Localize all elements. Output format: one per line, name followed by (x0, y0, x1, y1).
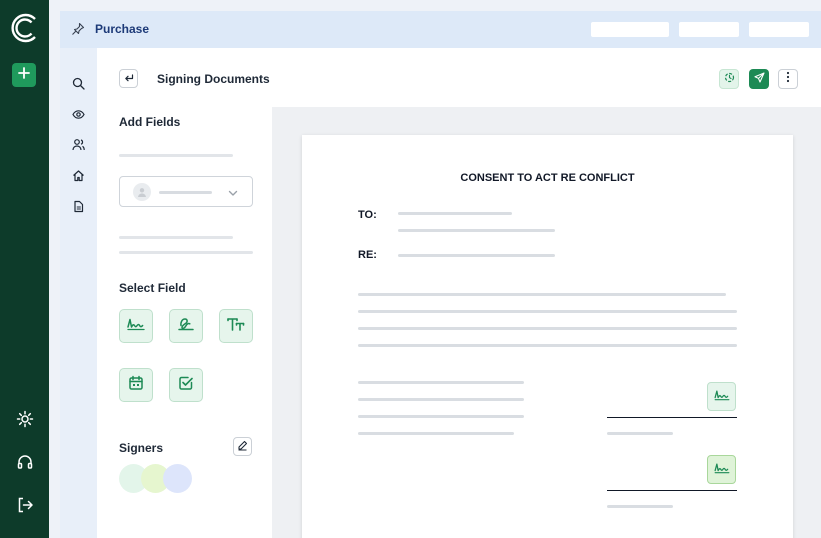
placeholder-line (358, 344, 737, 347)
initials-icon (176, 316, 196, 337)
back-arrow-icon (124, 70, 134, 88)
page-title: Purchase (95, 22, 150, 36)
checkbox-icon (178, 375, 194, 396)
text-icon (226, 316, 246, 337)
document-heading: CONSENT TO ACT RE CONFLICT (460, 172, 635, 184)
signature-line (607, 490, 737, 491)
signature-icon (713, 461, 731, 479)
re-label: RE: (358, 249, 377, 261)
placeholder-line (358, 293, 726, 296)
document-header: Signing Documents (97, 48, 821, 107)
placeholder-line (358, 415, 524, 418)
select-field-title: Select Field (119, 281, 186, 295)
placeholder-line (607, 505, 673, 508)
back-button[interactable] (119, 69, 138, 88)
settings-icon[interactable] (14, 408, 36, 430)
history-button[interactable] (719, 69, 739, 89)
app-rail (0, 0, 49, 538)
top-bar: Purchase (60, 11, 821, 48)
signature-field[interactable] (707, 382, 736, 411)
main-area: Signing Documents Add Fields Select Fiel… (97, 48, 821, 538)
secondary-nav (60, 48, 97, 538)
signature-field-button[interactable] (119, 309, 153, 343)
plus-icon (18, 66, 30, 84)
placeholder-line (119, 154, 233, 157)
date-field-button[interactable] (119, 368, 153, 402)
placeholder-line (607, 432, 673, 435)
placeholder-line (358, 381, 524, 384)
placeholder-line (358, 432, 514, 435)
signature-icon (713, 388, 731, 406)
signature-field-selected[interactable] (707, 455, 736, 484)
date-icon (128, 375, 144, 396)
fields-panel: Add Fields Select Field Signers (97, 107, 272, 538)
topbar-placeholder (591, 22, 669, 37)
topbar-placeholder (749, 22, 809, 37)
document-icon[interactable] (71, 199, 85, 213)
eye-icon[interactable] (71, 107, 85, 121)
users-icon[interactable] (71, 137, 85, 151)
to-label: TO: (358, 209, 377, 221)
avatar-icon (133, 183, 151, 201)
signer-dropdown[interactable] (119, 176, 253, 207)
placeholder-line (398, 229, 555, 232)
signature-line (607, 417, 737, 418)
logout-icon[interactable] (14, 494, 36, 516)
document-canvas: CONSENT TO ACT RE CONFLICT TO: RE: (272, 107, 821, 538)
document-page[interactable]: CONSENT TO ACT RE CONFLICT TO: RE: (302, 135, 793, 538)
home-icon[interactable] (71, 168, 85, 182)
add-fields-title: Add Fields (119, 115, 181, 129)
placeholder-line (398, 254, 555, 257)
search-icon[interactable] (71, 76, 85, 90)
topbar-placeholder (679, 22, 739, 37)
more-button[interactable] (778, 69, 798, 89)
document-title: Signing Documents (157, 72, 270, 86)
signature-icon (126, 317, 146, 336)
placeholder-line (358, 398, 524, 401)
signers-title: Signers (119, 441, 164, 455)
edit-icon (237, 438, 248, 456)
placeholder-line (119, 251, 253, 254)
checkbox-field-button[interactable] (169, 368, 203, 402)
signer-avatar[interactable] (163, 464, 192, 493)
send-icon (753, 70, 765, 88)
brand-logo[interactable] (9, 11, 41, 45)
add-button[interactable] (12, 63, 36, 87)
text-field-button[interactable] (219, 309, 253, 343)
pin-icon[interactable] (71, 22, 85, 36)
placeholder-line (119, 236, 233, 239)
placeholder-line (159, 191, 212, 194)
chevron-down-icon (227, 186, 239, 198)
placeholder-line (358, 310, 737, 313)
more-icon (786, 70, 790, 88)
send-button[interactable] (749, 69, 769, 89)
history-icon (724, 70, 735, 88)
placeholder-line (398, 212, 512, 215)
placeholder-line (358, 327, 737, 330)
initials-field-button[interactable] (169, 309, 203, 343)
edit-signers-button[interactable] (233, 437, 252, 456)
headset-icon[interactable] (14, 451, 36, 473)
